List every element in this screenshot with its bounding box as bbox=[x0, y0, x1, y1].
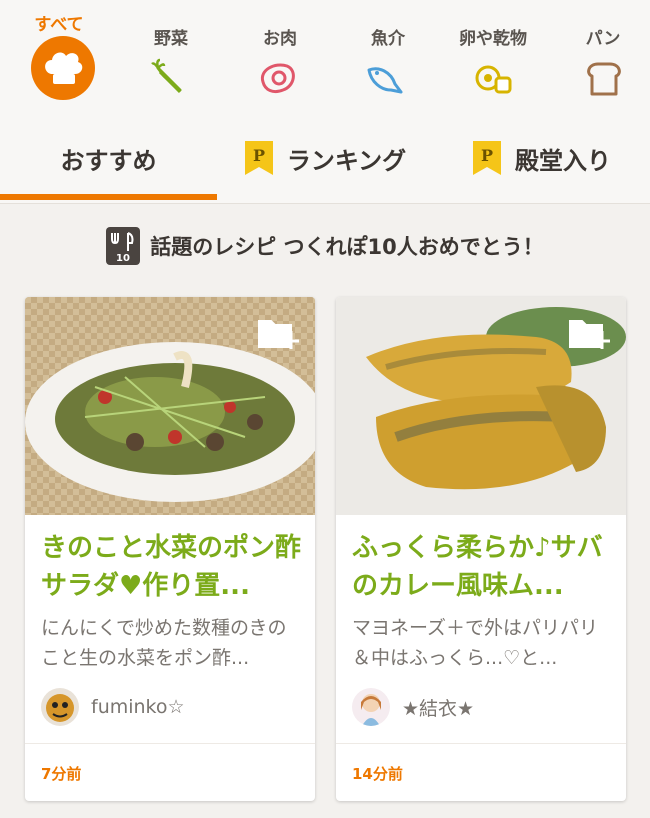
fish-icon bbox=[367, 67, 403, 94]
recipe-author[interactable]: fuminko☆ bbox=[41, 687, 185, 727]
active-tab-indicator bbox=[0, 194, 217, 200]
carrot-icon bbox=[151, 58, 182, 94]
svg-text:10: 10 bbox=[116, 253, 130, 264]
premium-badge-icon: P bbox=[473, 141, 501, 175]
category-label: パン bbox=[585, 29, 621, 49]
recipe-card[interactable]: きのこと水菜のポン酢サラダ♥作り置... にんにくで炒めた数種のきのこと生の水菜… bbox=[25, 297, 315, 801]
author-name: fuminko☆ bbox=[91, 696, 185, 718]
topic-banner: 10 話題のレシピ つくれぽ10人おめでとう！ bbox=[0, 224, 650, 268]
avatar bbox=[352, 688, 390, 726]
chef-hat-icon bbox=[31, 36, 95, 100]
category-label: 魚介 bbox=[371, 29, 405, 49]
tab-label: おすすめ bbox=[60, 146, 157, 175]
recipe-card[interactable]: ふっくら柔らか♪サバのカレー風味ム... マヨネーズ＋で外はパリパリ＆中はふっく… bbox=[336, 297, 626, 801]
recipe-title[interactable]: きのこと水菜のポン酢サラダ♥作り置... bbox=[41, 529, 303, 605]
category-bread[interactable]: パン bbox=[548, 0, 650, 112]
bread-icon bbox=[587, 62, 621, 96]
category-label: 野菜 bbox=[154, 29, 188, 49]
tab-label: ランキング bbox=[286, 146, 407, 175]
tab-ranking[interactable]: P ランキング bbox=[217, 112, 434, 204]
category-label: すべて bbox=[34, 15, 84, 35]
meat-icon bbox=[260, 63, 295, 94]
premium-badge-icon: P bbox=[244, 141, 273, 175]
recipe-description: にんにくで炒めた数種のきのこと生の水菜をポン酢... bbox=[41, 617, 287, 669]
add-to-folder-icon[interactable] bbox=[568, 317, 612, 351]
svg-text:P: P bbox=[481, 146, 493, 165]
post-time: 7分前 bbox=[41, 765, 82, 783]
category-meat[interactable]: お肉 bbox=[225, 0, 335, 112]
recipe-author[interactable]: ★結衣★ bbox=[352, 687, 474, 727]
egg-icon bbox=[475, 65, 512, 94]
category-all[interactable]: すべて bbox=[4, 0, 114, 112]
tab-recommended[interactable]: おすすめ bbox=[0, 112, 217, 204]
tab-hall-of-fame[interactable]: P 殿堂入り bbox=[434, 112, 650, 204]
category-vegetables[interactable]: 野菜 bbox=[116, 0, 226, 112]
svg-text:P: P bbox=[253, 146, 265, 165]
category-label: 卵や乾物 bbox=[459, 29, 527, 49]
add-to-folder-icon[interactable] bbox=[257, 317, 301, 351]
tab-bar: おすすめ P ランキング P 殿堂入り bbox=[0, 112, 650, 204]
banner-text: 話題のレシピ つくれぽ10人おめでとう！ bbox=[150, 235, 544, 259]
divider bbox=[25, 743, 315, 744]
category-label: お肉 bbox=[263, 29, 297, 49]
recipe-title[interactable]: ふっくら柔らか♪サバのカレー風味ム... bbox=[352, 529, 614, 605]
post-time: 14分前 bbox=[352, 765, 403, 783]
tab-label: 殿堂入り bbox=[515, 146, 611, 175]
tsukurepo-10-icon: 10 bbox=[106, 227, 141, 265]
author-name: ★結衣★ bbox=[402, 697, 475, 720]
recipe-description: マヨネーズ＋で外はパリパリ＆中はふっくら...♡と... bbox=[352, 617, 599, 669]
category-bar: すべて 野菜 お肉 魚介 卵や乾物 パン bbox=[0, 0, 650, 112]
category-eggs-dry-goods[interactable]: 卵や乾物 bbox=[438, 0, 548, 112]
avatar bbox=[41, 688, 79, 726]
divider bbox=[336, 743, 626, 744]
category-seafood[interactable]: 魚介 bbox=[333, 0, 443, 112]
